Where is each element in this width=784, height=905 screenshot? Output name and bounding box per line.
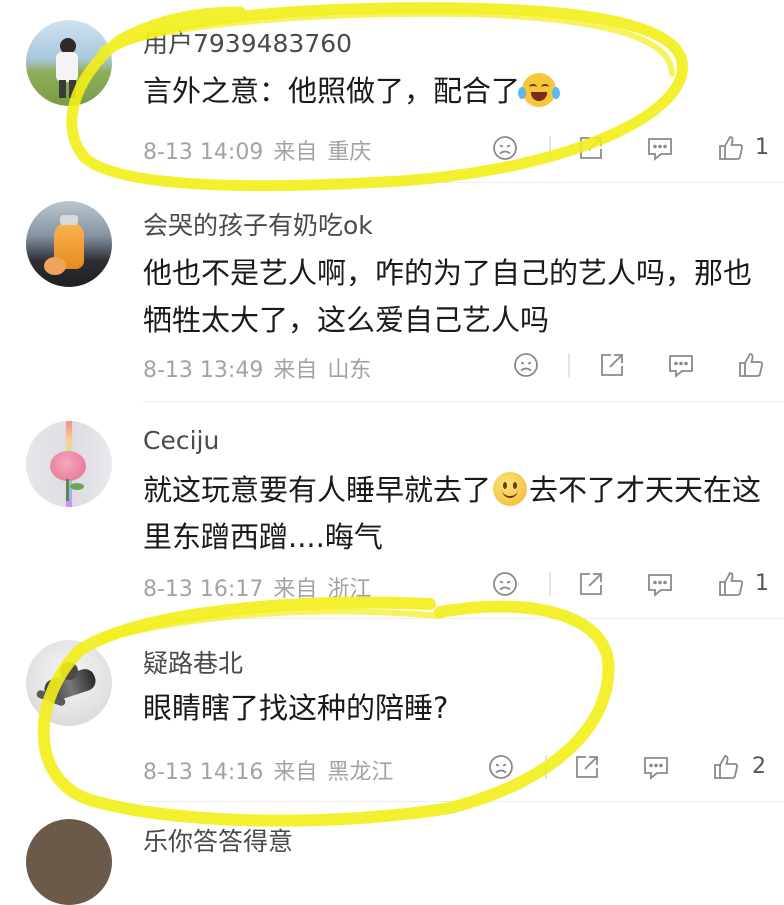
comment-location: 重庆 [327, 140, 372, 165]
comment-text-before: 言外之意：他照做了，配合了 [143, 74, 521, 108]
comment-text-before: 就这玩意要有人睡早就去了 [143, 473, 492, 507]
comment-divider [143, 182, 784, 183]
share-icon[interactable] [576, 569, 606, 599]
action-separator [545, 755, 547, 779]
username[interactable]: 疑路巷北 [143, 644, 243, 680]
action-separator [549, 572, 551, 596]
avatar[interactable] [26, 421, 112, 507]
comment-date: 8-13 13:49 [143, 358, 264, 383]
dislike-icon[interactable] [486, 752, 516, 782]
comment-location: 山东 [327, 358, 372, 383]
dislike-icon[interactable] [490, 569, 520, 599]
comment-date: 8-13 14:16 [143, 760, 264, 785]
comment-location: 黑龙江 [327, 760, 394, 785]
comment-text: 就这玩意要有人睡早就去了 去不了才天天在这里东蹭西蹭....晦气 [143, 467, 773, 561]
share-icon[interactable] [576, 133, 606, 163]
comment-from: 来自 [273, 140, 318, 165]
thumbs-up-icon[interactable] [716, 133, 746, 163]
like-count: 1 [755, 571, 769, 596]
action-separator [568, 353, 570, 377]
comment-text: 他也不是艺人啊，咋的为了自己的艺人吗，那也牺牲太大了，这么爱自己艺人吗 [143, 256, 753, 337]
laugh-cry-emoji [518, 73, 561, 107]
smile-emoji [493, 472, 528, 506]
comment-date: 8-13 16:17 [143, 577, 264, 602]
like-count: 1 [755, 135, 769, 160]
dislike-icon[interactable] [490, 133, 520, 163]
thumbs-up-icon[interactable] [736, 350, 766, 380]
share-icon[interactable] [572, 752, 602, 782]
avatar[interactable] [26, 201, 112, 287]
comment-text: 言外之意：他照做了，配合了 [143, 68, 778, 115]
avatar[interactable] [26, 819, 112, 905]
thumbs-up-icon[interactable] [716, 569, 746, 599]
comment-divider [143, 401, 784, 402]
comment-date: 8-13 14:09 [143, 140, 264, 165]
like-count: 2 [752, 754, 766, 779]
action-separator [549, 136, 551, 160]
comment-meta: 8-13 14:16 来自 黑龙江 [143, 754, 393, 786]
username[interactable]: 会哭的孩子有奶吃ok [143, 206, 373, 242]
comment-text: 眼睛瞎了找这种的陪睡? [143, 691, 449, 725]
dislike-icon[interactable] [511, 350, 541, 380]
comment-location: 浙江 [327, 577, 372, 602]
comment-from: 来自 [273, 358, 318, 383]
comment-from: 来自 [273, 760, 318, 785]
comment-divider [143, 618, 784, 619]
reply-icon[interactable] [645, 133, 675, 163]
comment-meta: 8-13 16:17 来自 浙江 [143, 571, 371, 603]
username[interactable]: Ceciju [143, 426, 219, 455]
reply-icon[interactable] [641, 752, 671, 782]
comment-from: 来自 [273, 577, 318, 602]
avatar[interactable] [26, 640, 112, 726]
avatar[interactable] [26, 20, 112, 106]
reply-icon[interactable] [666, 350, 696, 380]
comment-divider [143, 801, 784, 802]
thumbs-up-icon[interactable] [711, 752, 741, 782]
comment-meta: 8-13 14:09 来自 重庆 [143, 134, 371, 166]
reply-icon[interactable] [645, 569, 675, 599]
comment-meta: 8-13 13:49 来自 山东 [143, 352, 371, 384]
username[interactable]: 用户7939483760 [143, 24, 352, 60]
share-icon[interactable] [597, 350, 627, 380]
username[interactable]: 乐你答答得意 [143, 822, 293, 858]
